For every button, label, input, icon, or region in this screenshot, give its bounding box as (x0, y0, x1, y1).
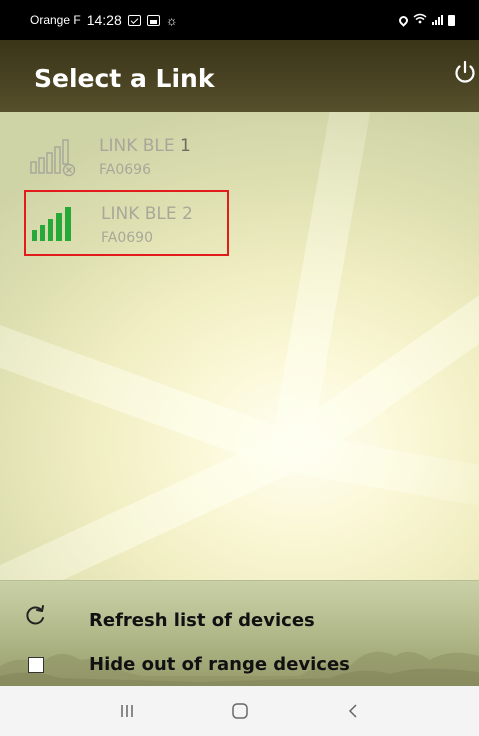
page-title: Select a Link (34, 64, 215, 93)
status-left: Orange F 14:28 ☼ (30, 12, 178, 28)
signal-full-icon (30, 200, 86, 250)
device-name-text: LINK BLE (99, 136, 175, 156)
device-name: LINK BLE 2 (101, 204, 193, 224)
device-item-link-ble-1[interactable]: LINK BLE 1 FA0696 (24, 124, 229, 190)
hide-out-of-range-checkbox[interactable] (28, 657, 44, 673)
sun-ray (0, 227, 297, 471)
device-code: FA0696 (99, 162, 151, 178)
gallery-icon (146, 14, 160, 26)
status-right (397, 13, 455, 27)
device-number: 2 (182, 204, 193, 224)
refresh-devices-button[interactable]: Refresh list of devices (89, 610, 315, 631)
navigation-bar (0, 686, 479, 736)
wifi-icon (413, 13, 427, 27)
back-icon[interactable] (338, 699, 368, 723)
device-name-text: LINK BLE (101, 204, 177, 224)
brightness-icon: ☼ (165, 12, 178, 28)
device-name: LINK BLE 1 (99, 136, 191, 156)
device-list: LINK BLE 1 FA0696 LINK BLE 2 FA0690 (0, 112, 479, 580)
sun-ray (0, 433, 299, 580)
message-icon (127, 14, 141, 26)
device-number: 1 (180, 136, 191, 156)
status-bar: Orange F 14:28 ☼ (0, 0, 479, 40)
signal-icon (432, 15, 443, 25)
refresh-icon[interactable] (22, 603, 48, 629)
battery-icon (448, 14, 455, 26)
location-icon (397, 13, 410, 27)
sun-ray (286, 432, 479, 517)
hide-out-of-range-label[interactable]: Hide out of range devices (89, 654, 350, 675)
hide-row[interactable]: Hide out of range devices (0, 649, 479, 679)
signal-out-of-range-icon (28, 132, 84, 182)
status-time: 14:28 (86, 12, 122, 28)
device-item-link-ble-2[interactable]: LINK BLE 2 FA0690 (24, 190, 229, 256)
power-icon[interactable] (452, 60, 478, 86)
recent-apps-icon[interactable] (112, 699, 142, 723)
home-icon[interactable] (225, 699, 255, 723)
device-code: FA0690 (101, 230, 153, 246)
refresh-row[interactable]: Refresh list of devices (0, 605, 479, 635)
carrier-name: Orange F (30, 13, 81, 27)
footer-panel: Refresh list of devices Hide out of rang… (0, 580, 479, 686)
app-bar: Select a Link (0, 40, 479, 112)
